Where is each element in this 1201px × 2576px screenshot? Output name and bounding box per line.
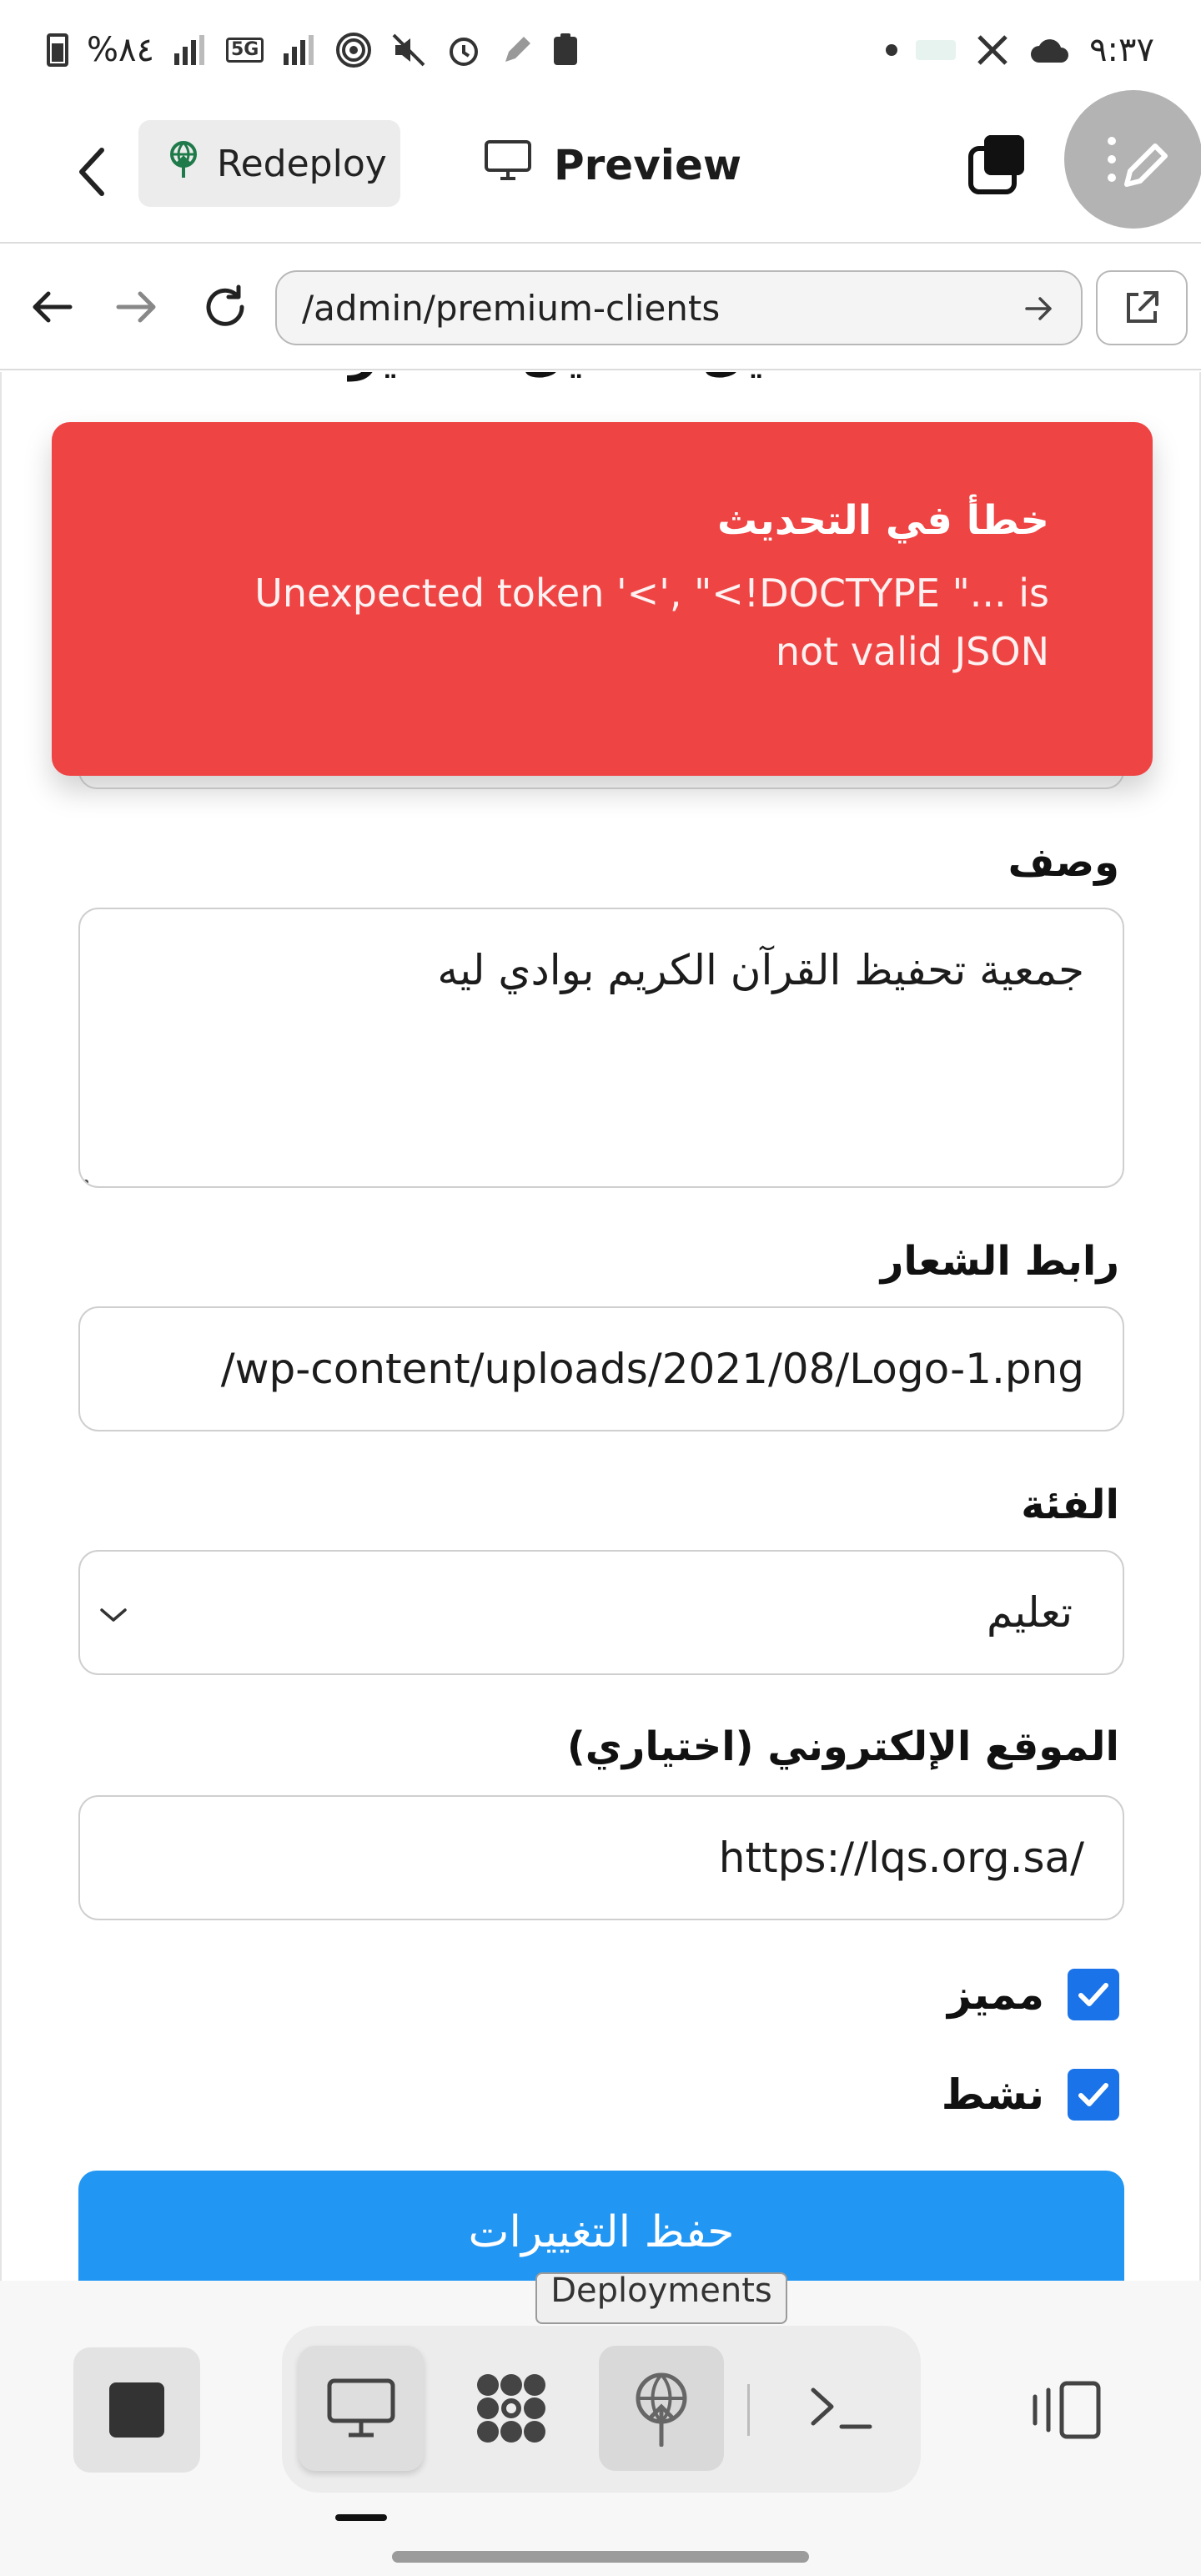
alarm-icon	[445, 32, 482, 68]
check-icon	[1078, 2083, 1108, 2106]
browser-forward-button[interactable]	[107, 277, 167, 337]
apps-icon	[477, 2374, 545, 2443]
active-checkbox[interactable]	[1068, 2069, 1119, 2121]
category-select[interactable]: تعليم	[78, 1550, 1124, 1675]
back-chevron-icon[interactable]	[67, 140, 117, 204]
app-notification-icon	[916, 40, 957, 60]
error-toast[interactable]: خطأ في التحديث Unexpected token '<', "<!…	[52, 422, 1153, 776]
arrow-left-icon	[33, 291, 73, 323]
page-title: تعديل العميل المميز	[349, 372, 841, 382]
status-bar: %٨٤ 5G ٩:٣٧	[0, 0, 1201, 100]
page-content: تعديل العميل المميز خطأ في التحديث Unexp…	[0, 372, 1201, 2281]
dot-icon	[886, 44, 898, 56]
logo-url-input[interactable]: /wp-content/uploads/2021/08/Logo-1.png	[78, 1306, 1124, 1431]
network-type-icon: 5G	[225, 38, 264, 63]
status-bar-right: ٩:٣٧	[886, 31, 1154, 69]
resize-handle-icon[interactable]	[83, 1180, 88, 1185]
active-label: نشط	[941, 2070, 1044, 2119]
logo-url-value: /wp-content/uploads/2021/08/Logo-1.png	[220, 1345, 1084, 1393]
sidebar-toggle-button[interactable]	[1019, 2364, 1111, 2456]
mute-icon	[390, 32, 427, 68]
featured-checkbox-row[interactable]: مميز	[947, 1969, 1119, 2020]
battery-icon	[47, 33, 68, 67]
chevron-down-icon	[97, 1588, 130, 1637]
toast-title: خطأ في التحديث	[716, 497, 1049, 544]
redeploy-icon	[165, 139, 202, 189]
logo-url-label: رابط الشعار	[880, 1238, 1119, 1285]
reload-button[interactable]	[195, 277, 255, 337]
pencil-icon	[1108, 137, 1168, 187]
description-textarea[interactable]: جمعية تحفيظ القرآن الكريم بوادي ليه	[78, 908, 1124, 1188]
monitor-icon	[484, 139, 532, 191]
terminal-icon	[811, 2387, 872, 2429]
deployments-tooltip: Deployments	[535, 2272, 787, 2324]
browser-back-button[interactable]	[22, 277, 82, 337]
stop-icon	[109, 2382, 164, 2438]
battery-percent: %٨٤	[87, 31, 154, 69]
deployments-tab[interactable]	[599, 2346, 724, 2471]
featured-label: مميز	[947, 1970, 1044, 2019]
active-checkbox-row[interactable]: نشط	[942, 2069, 1119, 2121]
url-input[interactable]: /admin/premium-clients	[275, 270, 1083, 345]
edit-button[interactable]	[1064, 90, 1201, 229]
website-label: الموقع الإلكتروني (اختياري)	[566, 1723, 1119, 1770]
status-bar-left: %٨٤ 5G	[47, 31, 579, 69]
stack-icon[interactable]	[966, 132, 1029, 195]
sidebar-toggle-icon	[1033, 2381, 1101, 2439]
stop-button[interactable]	[73, 2347, 200, 2473]
terminal-tab[interactable]	[779, 2346, 904, 2471]
save-changes-label: حفظ التغييرات	[468, 2207, 735, 2257]
clipboard-icon	[552, 33, 579, 67]
redeploy-button[interactable]: Redeploy	[138, 120, 400, 207]
browser-bar: /admin/premium-clients	[0, 244, 1201, 370]
dock-group	[282, 2326, 921, 2493]
save-changes-button[interactable]: حفظ التغييرات	[78, 2171, 1124, 2281]
external-link-icon	[1127, 291, 1158, 323]
cloud-icon	[1029, 36, 1071, 64]
toast-message: Unexpected token '<', "<!DOCTYPE "... is…	[254, 571, 1049, 674]
pen-icon	[500, 33, 534, 67]
arrow-right-icon	[116, 291, 156, 323]
tooltip-text: Deployments	[550, 2272, 772, 2310]
redeploy-label: Redeploy	[217, 142, 387, 185]
description-label: وصف	[1008, 839, 1119, 886]
app-toolbar: Redeploy Preview	[0, 90, 1201, 244]
active-tab-indicator	[335, 2514, 387, 2521]
preview-tab[interactable]: Preview	[484, 133, 741, 197]
url-text: /admin/premium-clients	[302, 287, 721, 329]
home-indicator[interactable]	[392, 2551, 809, 2563]
apps-tab[interactable]	[449, 2346, 574, 2471]
bottom-dock: Deployments	[0, 2272, 1201, 2576]
tools-icon	[974, 32, 1011, 68]
hotspot-icon	[335, 32, 372, 68]
featured-checkbox[interactable]	[1068, 1969, 1119, 2020]
open-external-button[interactable]	[1096, 270, 1188, 345]
go-arrow-icon[interactable]	[1018, 287, 1061, 330]
category-value: تعليم	[987, 1588, 1073, 1637]
desktop-tab[interactable]	[299, 2346, 424, 2471]
reload-icon	[206, 284, 244, 326]
signal-icon	[173, 33, 208, 67]
check-icon	[1078, 1983, 1108, 2006]
signal-icon-2	[282, 33, 317, 67]
desktop-icon	[327, 2378, 395, 2438]
preview-label: Preview	[554, 141, 742, 189]
website-input[interactable]: https://lqs.org.sa/	[78, 1795, 1124, 1920]
dock-separator	[747, 2384, 750, 2436]
category-label: الفئة	[1021, 1482, 1119, 1528]
description-value: جمعية تحفيظ القرآن الكريم بوادي ليه	[437, 946, 1084, 994]
clock: ٩:٣٧	[1089, 31, 1154, 69]
deployments-icon	[636, 2372, 687, 2447]
website-value: https://lqs.org.sa/	[718, 1834, 1084, 1882]
